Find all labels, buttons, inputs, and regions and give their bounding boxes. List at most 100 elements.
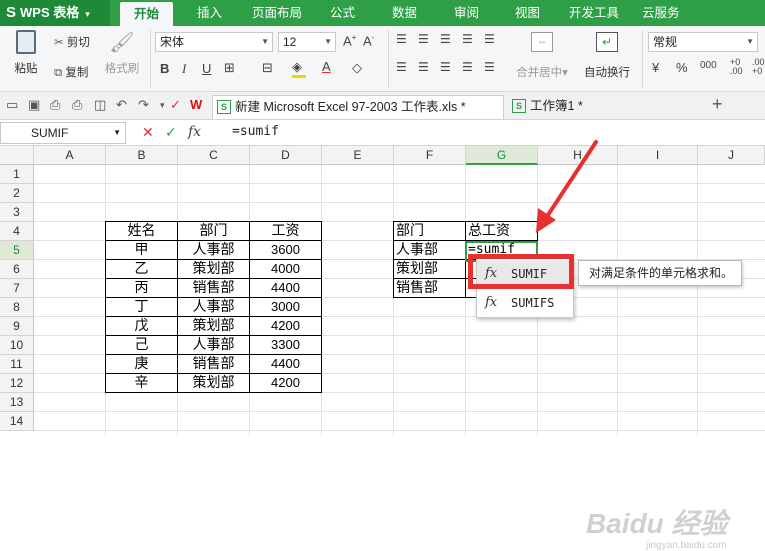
formula-input[interactable]: =sumif: [226, 122, 765, 144]
table-cell[interactable]: 甲: [106, 241, 178, 260]
font-size-select[interactable]: 12 ▼: [278, 32, 336, 52]
align-top-icon[interactable]: ☰: [396, 32, 407, 46]
tab-data[interactable]: 数据: [392, 0, 417, 26]
row-header[interactable]: 14: [0, 412, 34, 431]
table-cell[interactable]: 丁: [106, 298, 178, 317]
new-tab-button[interactable]: +: [712, 94, 723, 115]
table-cell[interactable]: 3000: [250, 298, 322, 317]
merge-center-button[interactable]: ↔ 合并居中▾: [510, 30, 574, 80]
table-cell[interactable]: 丙: [106, 279, 178, 298]
outdent-icon[interactable]: ☰: [484, 32, 495, 46]
table-header-cell[interactable]: 总工资: [466, 222, 538, 241]
table-cell[interactable]: 人事部: [178, 241, 250, 260]
cut-button[interactable]: ✂ 剪切: [54, 34, 90, 50]
tab-formulas[interactable]: 公式: [330, 0, 355, 26]
decimal-decrease-icon[interactable]: .00 +0: [752, 58, 765, 76]
autocomplete-item-sumifs[interactable]: fx SUMIFS: [477, 290, 573, 316]
wps-w-icon[interactable]: W: [190, 97, 202, 112]
doc-tab-workbook1[interactable]: S 工作簿1 *: [508, 95, 608, 119]
table-cell[interactable]: 销售部: [178, 355, 250, 374]
italic-button[interactable]: I: [182, 61, 186, 77]
column-header[interactable]: H: [538, 146, 618, 165]
number-format-select[interactable]: 常规 ▼: [648, 32, 758, 52]
column-header[interactable]: D: [250, 146, 322, 165]
row-header[interactable]: 9: [0, 317, 34, 336]
row-header[interactable]: 10: [0, 336, 34, 355]
table-cell[interactable]: 策划部: [394, 260, 466, 279]
row-header[interactable]: 11: [0, 355, 34, 374]
table-header-cell[interactable]: 工资: [250, 222, 322, 241]
table-cell[interactable]: 3300: [250, 336, 322, 355]
undo-icon[interactable]: ↶: [116, 97, 127, 113]
border-icon[interactable]: ⊞: [224, 60, 235, 76]
percent-button[interactable]: %: [676, 60, 688, 75]
row-header[interactable]: 3: [0, 203, 34, 222]
font-color-button[interactable]: A: [322, 59, 331, 74]
table-cell[interactable]: 4000: [250, 260, 322, 279]
row-header[interactable]: 8: [0, 298, 34, 317]
table-cell[interactable]: 辛: [106, 374, 178, 393]
table-cell[interactable]: 3600: [250, 241, 322, 260]
table-header-cell[interactable]: 部门: [394, 222, 466, 241]
bold-button[interactable]: B: [160, 61, 169, 76]
spreadsheet-grid[interactable]: A B C D E F G H I J 1 2 3 4 5 6 7 8 9 10…: [0, 146, 765, 551]
table-cell[interactable]: 庚: [106, 355, 178, 374]
tab-developer[interactable]: 开发工具: [569, 0, 619, 26]
indent-icon[interactable]: ☰: [462, 32, 473, 46]
row-header[interactable]: 7: [0, 279, 34, 298]
row-header[interactable]: 5: [0, 241, 34, 260]
column-header[interactable]: C: [178, 146, 250, 165]
column-header[interactable]: E: [322, 146, 394, 165]
align-middle-icon[interactable]: ☰: [418, 32, 429, 46]
tab-page-layout[interactable]: 页面布局: [252, 0, 302, 26]
tab-insert[interactable]: 插入: [197, 0, 222, 26]
row-header[interactable]: 6: [0, 260, 34, 279]
insert-function-icon[interactable]: fx: [188, 124, 201, 140]
save-icon[interactable]: ▣: [28, 97, 40, 113]
folder-icon[interactable]: ▭: [6, 97, 18, 113]
align-right-icon[interactable]: ☰: [440, 60, 451, 74]
table-cell[interactable]: 戊: [106, 317, 178, 336]
align-center-icon[interactable]: ☰: [418, 60, 429, 74]
table-cell[interactable]: 销售部: [178, 279, 250, 298]
column-header[interactable]: I: [618, 146, 698, 165]
row-header[interactable]: 13: [0, 393, 34, 412]
align-bottom-icon[interactable]: ☰: [440, 32, 451, 46]
decimal-increase-icon[interactable]: +0.00: [730, 58, 743, 76]
table-cell[interactable]: 4400: [250, 279, 322, 298]
increase-font-icon[interactable]: A+: [343, 33, 356, 48]
copy-button[interactable]: ⧉ 复制: [54, 64, 88, 80]
column-header[interactable]: G: [466, 146, 538, 165]
table-cell[interactable]: 策划部: [178, 374, 250, 393]
clear-format-icon[interactable]: ◇: [352, 60, 362, 76]
doc-tab-excel[interactable]: S 新建 Microsoft Excel 97-2003 工作表.xls *: [212, 95, 504, 119]
table-cell[interactable]: 策划部: [178, 317, 250, 336]
distribute-icon[interactable]: ☰: [484, 60, 495, 74]
wrap-text-button[interactable]: ↵ 自动换行: [578, 30, 636, 80]
table-cell[interactable]: 4400: [250, 355, 322, 374]
column-header[interactable]: B: [106, 146, 178, 165]
table-cell[interactable]: 4200: [250, 317, 322, 336]
table-cell[interactable]: 人事部: [178, 298, 250, 317]
table-cell[interactable]: 己: [106, 336, 178, 355]
table-cell[interactable]: 人事部: [178, 336, 250, 355]
tab-home[interactable]: 开始: [120, 2, 174, 26]
tab-review[interactable]: 审阅: [454, 0, 479, 26]
table-cell[interactable]: 人事部: [394, 241, 466, 260]
font-name-select[interactable]: 宋体 ▼: [155, 32, 273, 52]
confirm-icon[interactable]: ✓: [165, 124, 177, 141]
table-header-cell[interactable]: 姓名: [106, 222, 178, 241]
justify-icon[interactable]: ☰: [462, 60, 473, 74]
row-header[interactable]: 2: [0, 184, 34, 203]
paste-button[interactable]: 粘贴: [8, 30, 44, 76]
merge-cells-icon[interactable]: ⊟: [262, 60, 273, 76]
fill-color-icon[interactable]: ◈: [292, 59, 306, 78]
row-header[interactable]: 4: [0, 222, 34, 241]
print-icon[interactable]: ⎙: [72, 97, 82, 113]
currency-icon[interactable]: ¥: [652, 60, 659, 75]
row-header[interactable]: 12: [0, 374, 34, 393]
redo-icon[interactable]: ↷: [138, 97, 149, 113]
app-menu-button[interactable]: S WPS 表格 ▾: [0, 0, 110, 26]
customize-chevron-icon[interactable]: ▾: [160, 100, 165, 111]
select-all-corner[interactable]: [0, 146, 34, 165]
